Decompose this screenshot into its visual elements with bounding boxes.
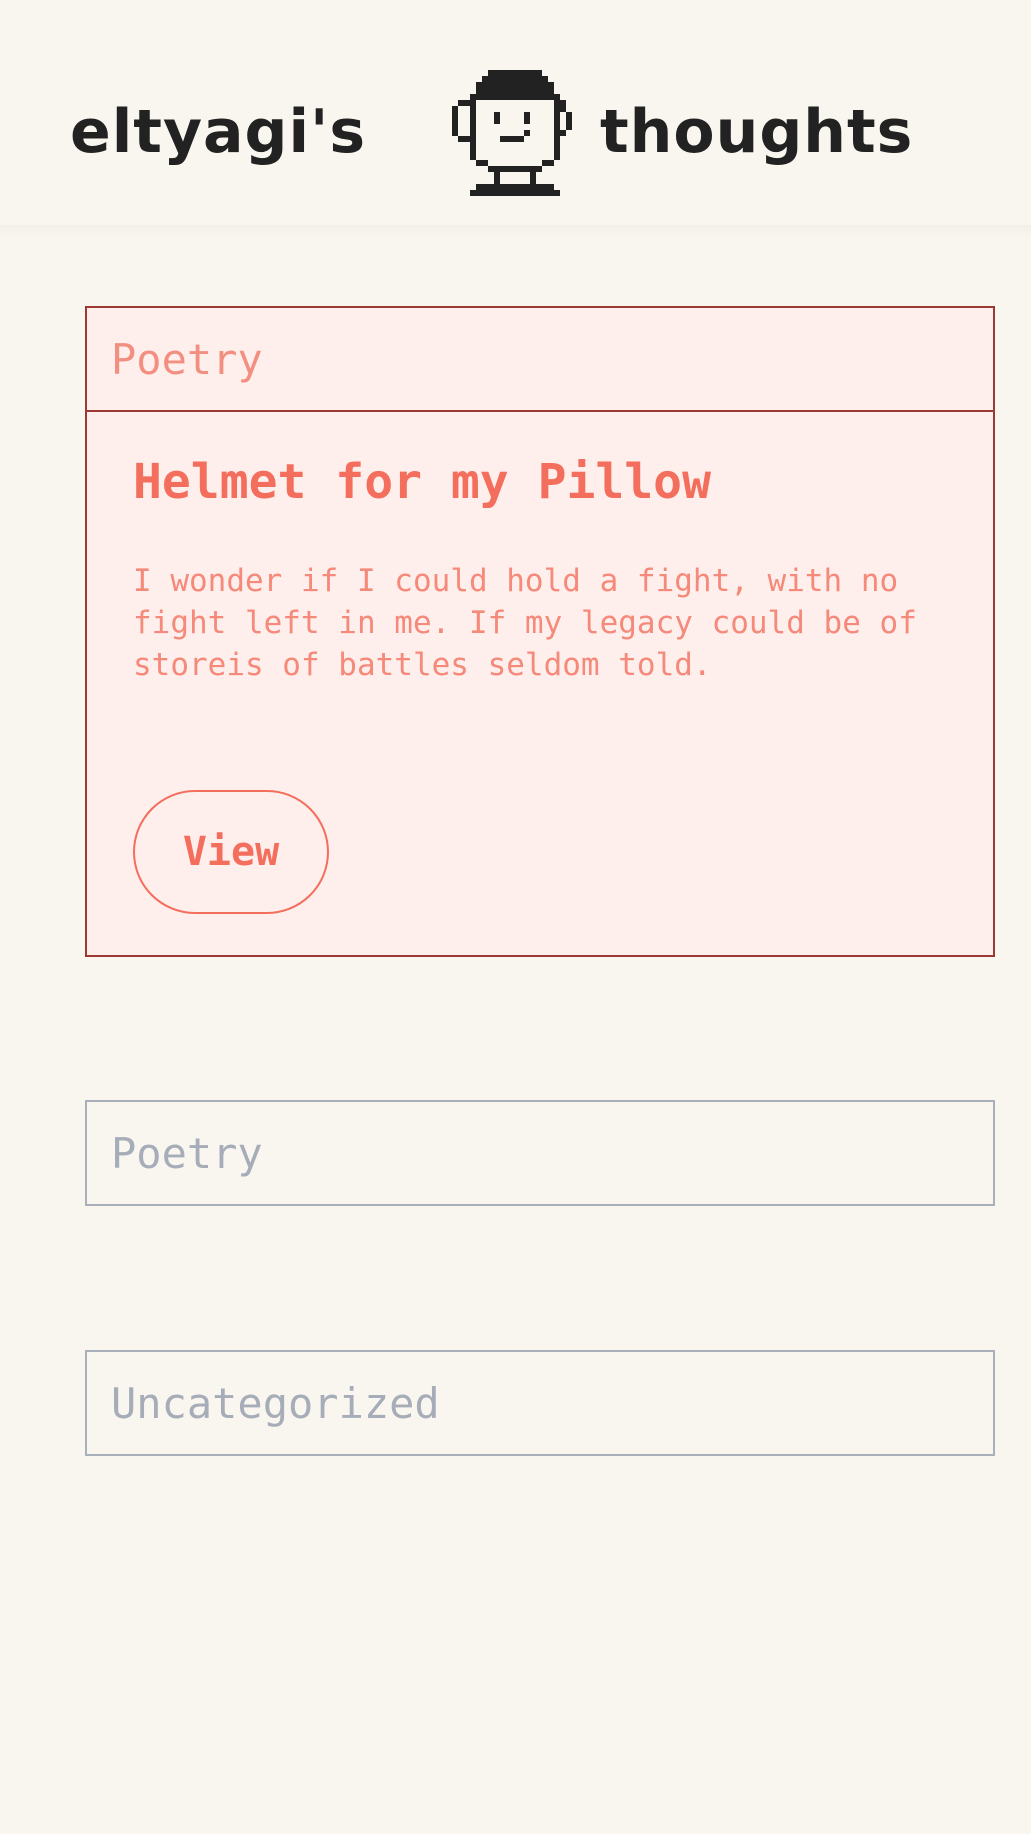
view-post-button[interactable]: View — [133, 790, 329, 914]
post-category-label: Poetry — [111, 334, 263, 384]
pixel-avatar-icon — [452, 70, 572, 196]
category-uncategorized[interactable]: Uncategorized — [85, 1350, 995, 1456]
category-label: Poetry — [111, 1128, 263, 1178]
header-divider — [0, 225, 1031, 237]
post-card: Poetry Helmet for my Pillow I wonder if … — [85, 306, 995, 957]
post-category-header[interactable]: Poetry — [87, 308, 993, 412]
post-excerpt: I wonder if I could hold a fight, with n… — [133, 563, 917, 683]
site-title-left[interactable]: eltyagi's — [70, 92, 366, 172]
category-poetry[interactable]: Poetry — [85, 1100, 995, 1206]
site-title-right[interactable]: thoughts — [600, 92, 913, 172]
category-label: Uncategorized — [111, 1378, 440, 1428]
site-header: eltyagi's thoughts — [0, 0, 1031, 237]
post-title[interactable]: Helmet for my Pillow — [133, 454, 711, 510]
